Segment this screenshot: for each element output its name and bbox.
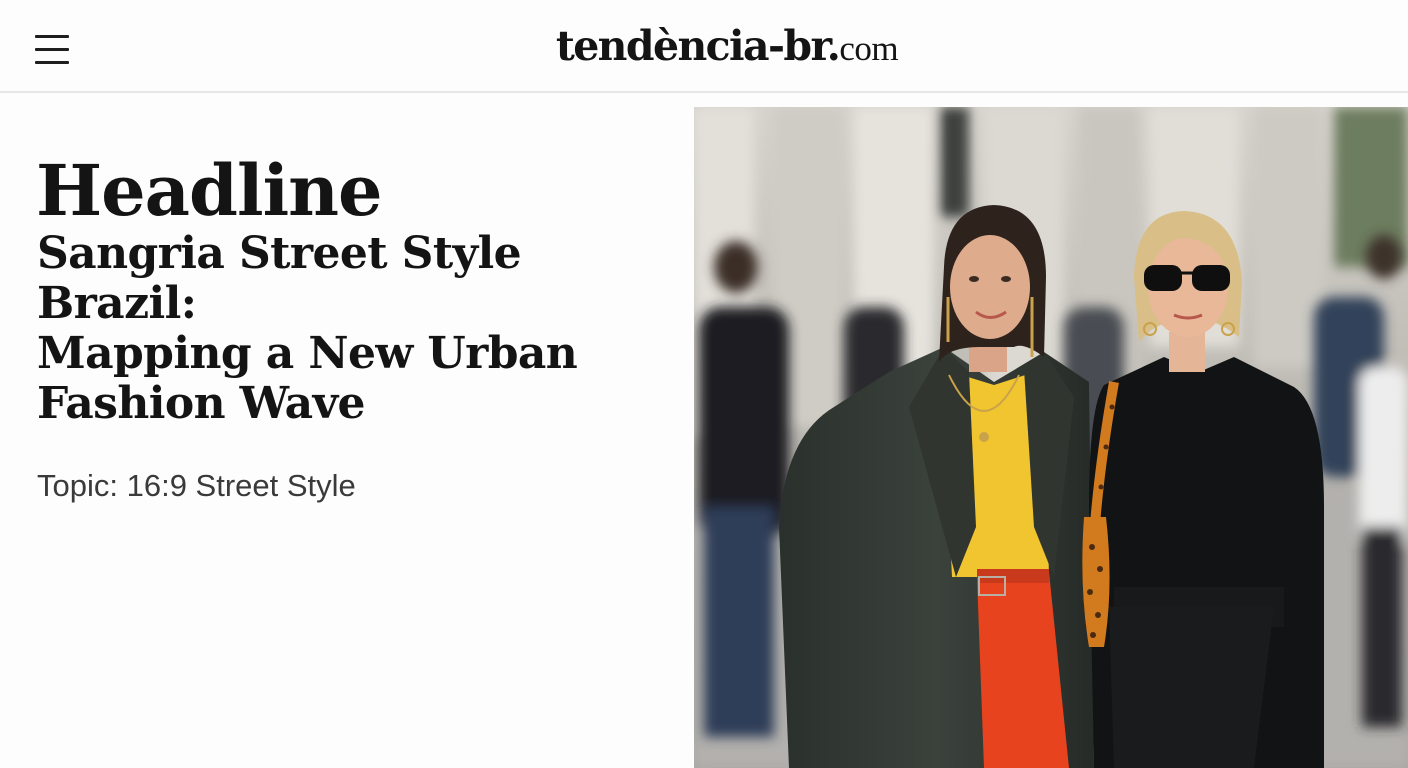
street-style-photo (694, 107, 1408, 768)
article-title-line: Brazil: (37, 278, 197, 329)
article-title-line: Fashion Wave (37, 378, 366, 429)
article-title-line: Mapping a New Urban (37, 328, 578, 379)
article-title-line: Sangria Street Style (37, 228, 522, 279)
article-text-panel: Headline Sangria Street Style Brazil: Ma… (0, 95, 694, 768)
headline-label: Headline (36, 149, 383, 232)
article-title[interactable]: Sangria Street Style Brazil: Mapping a N… (37, 229, 677, 429)
article-topic: Topic: 16:9 Street Style (37, 468, 356, 503)
site-logo[interactable]: tendència-br.com (0, 22, 1408, 70)
logo-wordmark: tendència-br. (555, 22, 841, 70)
article-hero-photo[interactable] (694, 107, 1408, 768)
site-header: tendència-br.com (0, 0, 1408, 93)
logo-tld: com (839, 29, 899, 68)
